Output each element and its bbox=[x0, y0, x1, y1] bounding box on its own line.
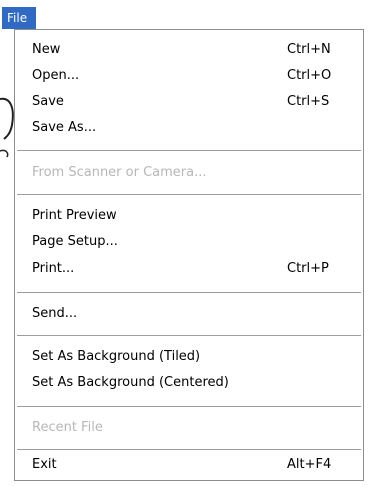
menu-item-print-preview[interactable]: Print Preview bbox=[15, 203, 363, 229]
menu-item-label: New bbox=[32, 42, 61, 57]
menu-item-label: Save bbox=[32, 94, 64, 109]
menu-item-label: Recent File bbox=[32, 420, 103, 435]
menu-item-label: From Scanner or Camera... bbox=[32, 165, 207, 180]
menu-item-shortcut: Ctrl+P bbox=[287, 261, 329, 276]
menu-item-save-as[interactable]: Save As... bbox=[15, 115, 363, 141]
menu-item-label: Print Preview bbox=[32, 208, 117, 223]
menu-item-set-as-background-centered[interactable]: Set As Background (Centered) bbox=[15, 370, 363, 396]
menu-separator bbox=[17, 449, 361, 451]
menu-item-label: Save As... bbox=[32, 120, 97, 135]
menu-item-shortcut: Alt+F4 bbox=[287, 457, 332, 472]
menu-file[interactable]: File bbox=[2, 7, 36, 29]
menu-item-from-scanner-or-camera[interactable]: From Scanner or Camera... bbox=[15, 160, 363, 186]
menu-separator bbox=[17, 194, 361, 196]
menu-item-label: Send... bbox=[32, 306, 78, 321]
menu-item-page-setup[interactable]: Page Setup... bbox=[15, 229, 363, 255]
menu-item-print[interactable]: Print... Ctrl+P bbox=[15, 256, 363, 282]
menu-separator bbox=[17, 150, 361, 152]
menu-separator bbox=[17, 335, 361, 337]
menu-item-send[interactable]: Send... bbox=[15, 301, 363, 327]
menu-item-exit[interactable]: Exit Alt+F4 bbox=[15, 452, 363, 478]
menu-item-label: Print... bbox=[32, 261, 75, 276]
menu-item-new[interactable]: New Ctrl+N bbox=[15, 37, 363, 63]
menu-separator bbox=[17, 406, 361, 408]
menu-separator bbox=[17, 292, 361, 294]
menu-item-recent-file[interactable]: Recent File bbox=[15, 415, 363, 441]
menu-item-label: Set As Background (Tiled) bbox=[32, 349, 201, 364]
menu-item-shortcut: Ctrl+O bbox=[287, 68, 332, 83]
menu-item-label: Open... bbox=[32, 68, 80, 83]
menu-item-shortcut: Ctrl+S bbox=[287, 94, 330, 109]
menu-item-set-as-background-tiled[interactable]: Set As Background (Tiled) bbox=[15, 344, 363, 370]
menu-item-open[interactable]: Open... Ctrl+O bbox=[15, 63, 363, 89]
menu-item-label: Set As Background (Centered) bbox=[32, 375, 229, 390]
menu-item-save[interactable]: Save Ctrl+S bbox=[15, 89, 363, 115]
menu-item-shortcut: Ctrl+N bbox=[287, 42, 331, 57]
file-menu-dropdown: New Ctrl+N Open... Ctrl+O Save Ctrl+S Sa… bbox=[14, 29, 364, 481]
menu-item-label: Page Setup... bbox=[32, 234, 118, 249]
menu-item-label: Exit bbox=[32, 457, 57, 472]
